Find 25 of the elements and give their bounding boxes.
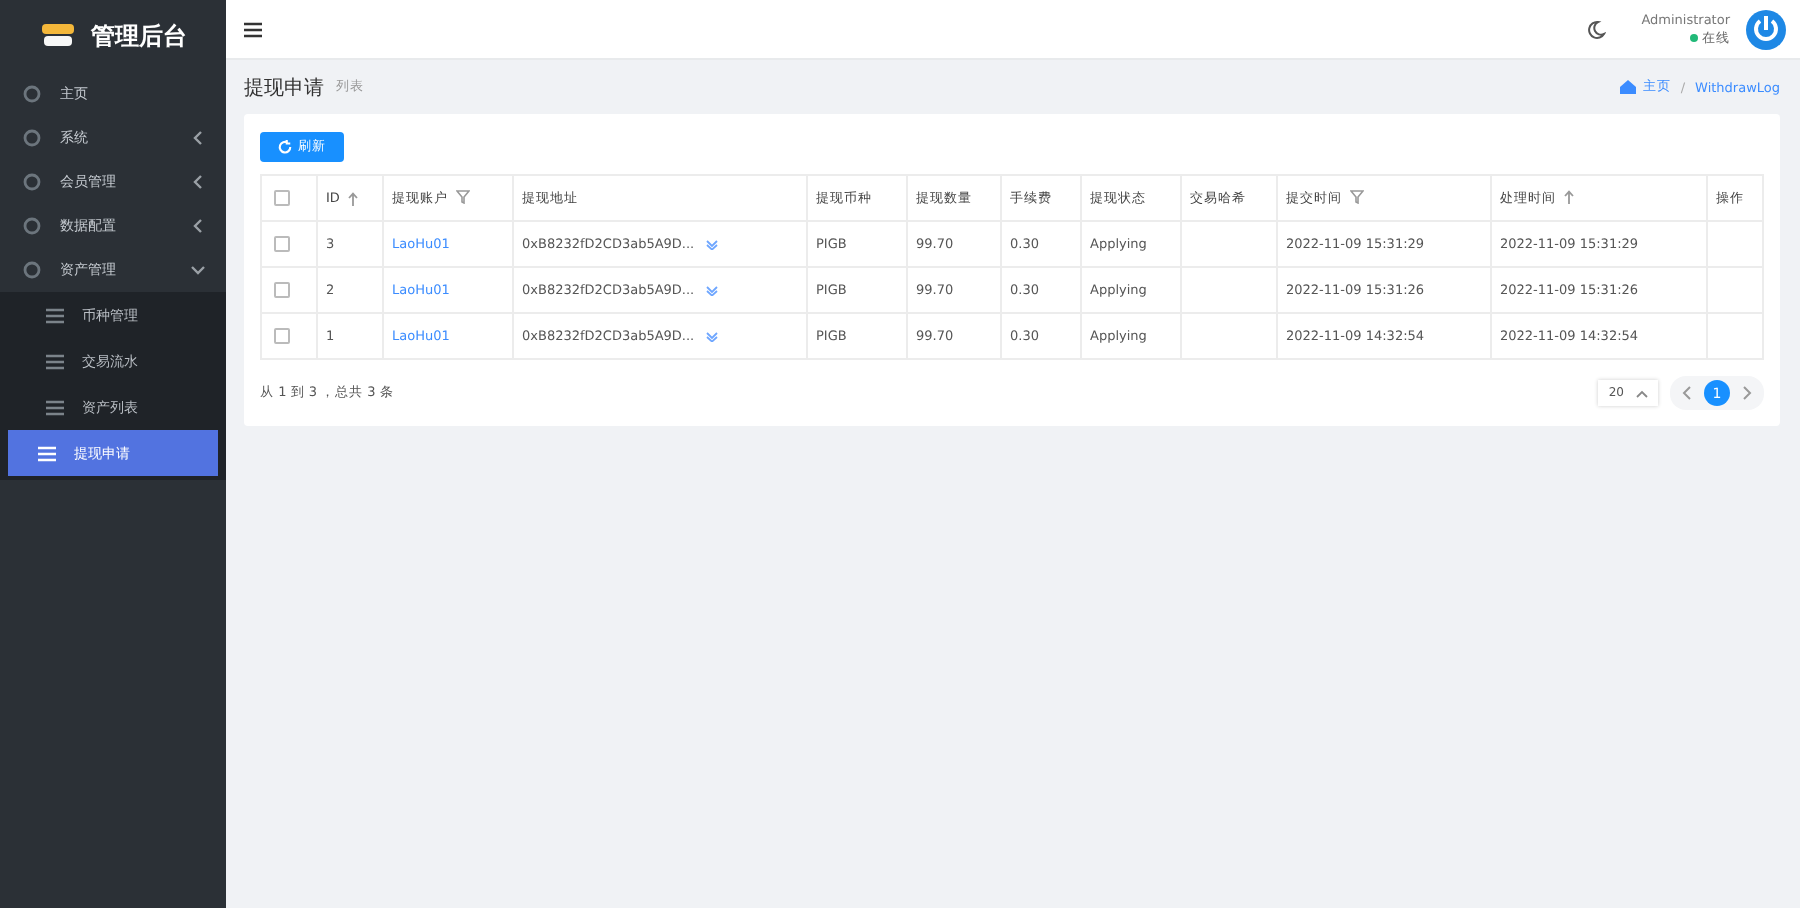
next-page-icon[interactable]: [1742, 386, 1752, 400]
sort-icon[interactable]: [1564, 190, 1574, 205]
filter-icon[interactable]: [456, 190, 470, 205]
avatar-icon[interactable]: [1746, 9, 1786, 49]
caret-icon: [1636, 389, 1648, 397]
refresh-icon: [278, 140, 292, 154]
filter-icon[interactable]: [1350, 190, 1364, 205]
row-checkbox[interactable]: [274, 328, 290, 345]
list-icon: [46, 307, 64, 323]
caret-icon[interactable]: [706, 285, 719, 295]
moon-icon[interactable]: [1585, 19, 1606, 39]
row-checkbox[interactable]: [274, 236, 290, 253]
list-icon: [46, 353, 64, 369]
home-icon: [1620, 80, 1637, 94]
sort-icon[interactable]: [347, 191, 358, 206]
list-icon: [46, 399, 64, 415]
previous-page-icon[interactable]: [1682, 386, 1692, 400]
caret-icon[interactable]: [706, 239, 719, 249]
caret-icon[interactable]: [706, 331, 719, 341]
select-all-checkbox[interactable]: [274, 190, 290, 207]
list-icon: [38, 445, 56, 461]
row-checkbox[interactable]: [274, 282, 290, 299]
page-title: 提现申请: [244, 75, 324, 101]
logo-icon: [39, 22, 75, 50]
app-title: 管理后台: [91, 19, 187, 53]
